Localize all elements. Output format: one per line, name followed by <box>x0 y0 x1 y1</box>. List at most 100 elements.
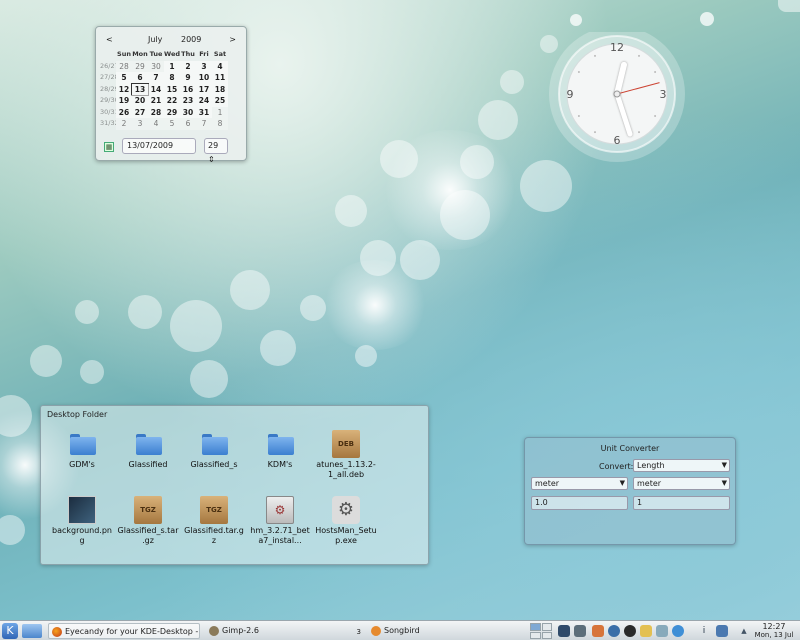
kde-menu-icon[interactable]: K <box>2 623 18 639</box>
unit-converter-widget: Unit Converter Convert: Length ▼ meter ▼… <box>524 437 736 545</box>
calendar-day[interactable]: 30 <box>148 60 164 72</box>
calendar-day[interactable]: 1 <box>212 106 228 118</box>
calendar-day[interactable]: 10 <box>196 72 212 84</box>
calendar-day[interactable]: 22 <box>164 95 180 107</box>
calendar-day[interactable]: 7 <box>148 72 164 84</box>
date-input[interactable]: 13/07/2009 <box>122 138 196 154</box>
display-icon[interactable] <box>716 625 728 637</box>
calendar-day[interactable]: 21 <box>148 95 164 107</box>
device-icon[interactable] <box>574 625 586 637</box>
calendar-day[interactable]: 6 <box>132 72 148 84</box>
calendar-day[interactable]: 7 <box>196 118 212 130</box>
calendar-day-today[interactable]: 13 <box>131 82 149 96</box>
calendar-day[interactable]: 23 <box>180 95 196 107</box>
from-unit-select[interactable]: meter ▼ <box>531 477 628 490</box>
update-icon[interactable] <box>672 625 684 637</box>
task-label: Gimp-2.6 <box>222 626 259 635</box>
calendar-day[interactable]: 3 <box>132 118 148 130</box>
desktop-item-background-png[interactable]: background.png <box>51 496 113 546</box>
calendar-day[interactable]: 4 <box>212 60 228 72</box>
clock-tick <box>577 71 580 73</box>
calendar-day[interactable]: 24 <box>196 95 212 107</box>
deb-package-icon: DEB <box>332 430 360 458</box>
tray-expand-icon[interactable]: ▲ <box>738 625 750 637</box>
desktop-item-gdms[interactable]: GDM's <box>51 430 113 470</box>
desktop-item-atunes-deb[interactable]: DEB atunes_1.13.2-1_all.deb <box>315 430 377 480</box>
calendar-day[interactable]: 16 <box>180 83 196 95</box>
desktop-item-glassified-s[interactable]: Glassified_s <box>183 430 245 470</box>
desktop-item-glassified-tgz[interactable]: TGZ Glassified.tar.gz <box>183 496 245 546</box>
clock-face: 12 3 6 9 <box>549 26 685 162</box>
calendar-day[interactable]: 1 <box>164 60 180 72</box>
task-firefox[interactable]: Eyecandy for your KDE-Desktop - M <box>48 623 200 639</box>
calendar-day[interactable]: 25 <box>212 95 228 107</box>
image-file-icon <box>68 496 96 524</box>
desktop-folder-title: Desktop Folder <box>47 410 108 419</box>
calendar-day[interactable]: 19 <box>116 95 132 107</box>
desktop-item-hostsman-setup[interactable]: ⚙ HostsMan_Setup.exe <box>315 496 377 546</box>
task-songbird[interactable]: Songbird <box>368 623 524 639</box>
calendar-day[interactable]: 29 <box>164 106 180 118</box>
week-number-spinbox[interactable]: 29 ⇕ <box>204 138 228 164</box>
calendar-day[interactable]: 31 <box>196 106 212 118</box>
calendar-day[interactable]: 4 <box>148 118 164 130</box>
desktop-2[interactable] <box>541 623 552 631</box>
calendar-day[interactable]: 2 <box>180 60 196 72</box>
desktop-item-glassified[interactable]: Glassified <box>117 430 179 470</box>
folder-icon <box>266 430 294 458</box>
info-icon[interactable]: i <box>698 625 710 637</box>
calendar-day[interactable]: 8 <box>212 118 228 130</box>
calendar-day[interactable]: 12 <box>116 83 132 95</box>
calendar-day[interactable]: 11 <box>212 72 228 84</box>
taskbar-clock[interactable]: 12:27 Mon, 13 Jul <box>752 622 796 640</box>
browser-launcher-icon[interactable] <box>608 625 620 637</box>
from-value-input[interactable]: 1.0 <box>531 496 628 510</box>
calendar-day[interactable]: 9 <box>180 72 196 84</box>
show-desktop-icon[interactable] <box>22 624 42 638</box>
calendar-day[interactable]: 3 <box>196 60 212 72</box>
clock-numeral-3: 3 <box>660 88 667 101</box>
to-unit-select[interactable]: meter ▼ <box>633 477 730 490</box>
desktop-item-kdms[interactable]: KDM's <box>249 430 311 470</box>
media-launcher-icon[interactable] <box>624 625 636 637</box>
calendar-day[interactable]: 17 <box>196 83 212 95</box>
calendar-day[interactable]: 20 <box>132 95 148 107</box>
calendar-day[interactable]: 27 <box>132 106 148 118</box>
calendar-day[interactable]: 2 <box>116 118 132 130</box>
previous-month-button[interactable]: < <box>106 35 113 44</box>
category-select[interactable]: Length ▼ <box>633 459 730 472</box>
calendar-week-row: 28/29 12 13 14 15 16 17 18 <box>100 82 244 96</box>
calendar-day[interactable]: 26 <box>116 106 132 118</box>
desktop-item-hm-installer[interactable]: ⚙ hm_3.2.71_beta7_instal... <box>249 496 311 546</box>
calendar-month[interactable]: July <box>148 35 162 44</box>
next-month-button[interactable]: > <box>229 35 236 44</box>
calendar-day[interactable]: 18 <box>212 83 228 95</box>
clock-tick <box>594 131 596 134</box>
calendar-day[interactable]: 30 <box>180 106 196 118</box>
week-number-header <box>100 49 116 61</box>
week-number: 31/32 <box>100 119 116 127</box>
network-icon[interactable] <box>558 625 570 637</box>
editor-launcher-icon[interactable] <box>656 625 668 637</box>
calendar-day[interactable]: 28 <box>148 106 164 118</box>
calendar-day[interactable]: 28 <box>116 60 132 72</box>
calendar-day[interactable]: 6 <box>180 118 196 130</box>
calendar-year[interactable]: 2009 <box>181 35 201 44</box>
chevron-down-icon: ▼ <box>619 479 625 487</box>
virtual-desktop-pager[interactable] <box>530 623 552 639</box>
calendar-day[interactable]: 5 <box>116 72 132 84</box>
calendar-today-icon[interactable]: ▦ <box>104 142 114 152</box>
calendar-day[interactable]: 8 <box>164 72 180 84</box>
desktop-3[interactable] <box>530 631 541 639</box>
desktop-4[interactable] <box>541 631 552 639</box>
task-gimp[interactable]: Gimp-2.6 3 <box>206 623 364 639</box>
calendar-day[interactable]: 14 <box>148 83 164 95</box>
calendar-day[interactable]: 29 <box>132 60 148 72</box>
desktop-item-glassified-s-tgz[interactable]: TGZ Glassified_s.tar.gz <box>117 496 179 546</box>
calendar-day[interactable]: 5 <box>164 118 180 130</box>
desktop-toolbox-button[interactable] <box>778 0 800 12</box>
calendar-day[interactable]: 15 <box>164 83 180 95</box>
desktop-1[interactable] <box>530 623 541 631</box>
files-launcher-icon[interactable] <box>640 625 652 637</box>
firefox-launcher-icon[interactable] <box>592 625 604 637</box>
